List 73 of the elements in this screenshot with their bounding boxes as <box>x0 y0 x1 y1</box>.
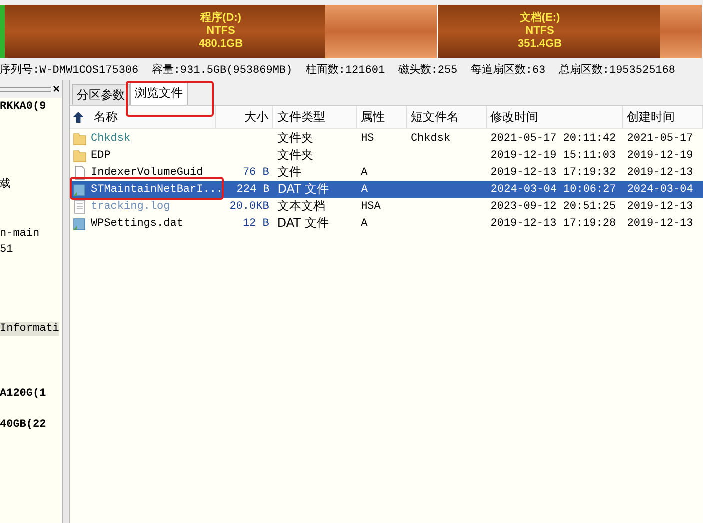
file-row[interactable]: IndexerVolumeGuid 76 B 文件 A 2019-12-13 17:19:32 2019-12-13 <box>70 164 703 181</box>
modified-time: 2019-12-19 15:11:03 <box>490 150 616 162</box>
file-size: 76 B <box>242 166 270 178</box>
file-row[interactable]: EDP 文件夹 2019-12-19 15:11:03 2019-12-19 <box>70 147 703 164</box>
file-name: WPSettings.dat <box>91 218 184 230</box>
modified-time: 2019-12-13 17:19:32 <box>490 166 616 178</box>
file-name: EDP <box>91 150 111 162</box>
tree-item[interactable]: RKKA0(9 <box>0 100 46 114</box>
file-name: STMaintainNetBarI... <box>91 184 224 196</box>
partition-label: 程序(D:) <box>200 12 242 25</box>
file-attributes: HS <box>361 132 374 144</box>
modified-time: 2024-03-04 10:06:27 <box>490 184 616 196</box>
tree-item[interactable]: Informati <box>0 322 60 336</box>
short-file-name: Chkdsk <box>410 132 451 144</box>
file-attributes: A <box>361 184 368 196</box>
file-row[interactable]: tracking.log 20.0KB 文本文档 HSA 2023-09-12 20:51:25 2019-12-13 <box>70 198 703 215</box>
tree-item[interactable]: 51 <box>0 243 14 257</box>
panel-grip-icon <box>0 86 51 92</box>
file-size: 12 B <box>242 218 270 230</box>
file-type: DAT 文件 <box>277 215 329 232</box>
up-arrow-icon[interactable] <box>73 112 84 122</box>
created-time: 2024-03-04 <box>627 184 694 196</box>
document-icon <box>73 216 87 230</box>
partition-size: 480.1GB <box>198 38 244 51</box>
created-time: 2019-12-13 <box>627 218 694 230</box>
created-time: 2021-05-17 <box>627 132 694 144</box>
modified-time: 2019-12-13 17:19:28 <box>490 218 616 230</box>
modified-time: 2023-09-12 20:51:25 <box>490 200 616 212</box>
file-type: 文本文档 <box>277 198 326 215</box>
tree-item[interactable]: 载 <box>0 178 11 192</box>
disk-info: 序列号:W-DMW1COS175306 容量:931.5GB(953869MB) 柱面数:121601 磁头数:255 每道扇区数:63 总扇区数:1953525168 <box>0 62 676 76</box>
file-size: 20.0KB <box>230 200 270 212</box>
file-row[interactable]: WPSettings.dat 12 B DAT 文件 A 2019-12-13 17:19:28 2019-12-13 <box>70 215 703 232</box>
tree-item[interactable]: 40GB(22 <box>0 418 46 432</box>
file-size: 224 B <box>236 184 270 196</box>
document-icon <box>73 182 87 196</box>
file-row[interactable]: STMaintainNetBarI... 224 B DAT 文件 A 2024-03-04 10:06:27 2024-03-04 <box>70 181 703 198</box>
file-attributes: A <box>361 218 368 230</box>
text-file-icon <box>73 200 87 214</box>
column-header[interactable]: 属性 <box>361 108 386 126</box>
tab[interactable]: 分区参数 <box>72 84 130 105</box>
created-time: 2019-12-19 <box>627 150 694 162</box>
tab[interactable]: 浏览文件 <box>130 81 188 105</box>
column-header[interactable]: 短文件名 <box>410 108 459 126</box>
created-time: 2019-12-13 <box>627 200 694 212</box>
partition-filesystem: NTFS <box>206 25 236 38</box>
file-name: tracking.log <box>91 200 170 212</box>
file-attributes: HSA <box>361 200 381 212</box>
file-attributes: A <box>361 166 368 178</box>
partition-size: 351.4GB <box>518 38 562 51</box>
column-header[interactable]: 大小 <box>244 108 268 126</box>
column-header[interactable]: 名称 <box>94 108 118 126</box>
partition-label: 文档(E:) <box>520 12 560 25</box>
column-header[interactable]: 文件类型 <box>277 108 326 126</box>
partition-bar[interactable]: 文档(E:) NTFS 351.4GB <box>438 5 703 58</box>
file-name: IndexerVolumeGuid <box>91 166 204 178</box>
created-time: 2019-12-13 <box>627 166 694 178</box>
close-button[interactable]: × <box>50 82 62 96</box>
folder-icon <box>73 148 87 162</box>
file-type: 文件夹 <box>277 147 314 164</box>
file-type: 文件夹 <box>277 130 314 147</box>
file-type: DAT 文件 <box>278 181 330 198</box>
column-header[interactable]: 修改时间 <box>490 108 539 126</box>
folder-icon <box>73 132 87 146</box>
partition-bar[interactable]: 程序(D:) NTFS 480.1GB <box>5 5 438 58</box>
tree-item[interactable]: A120G(1 <box>0 387 46 401</box>
modified-time: 2021-05-17 20:11:42 <box>490 132 616 144</box>
tree-item[interactable]: n-main <box>0 227 40 241</box>
file-row[interactable]: Chkdsk 文件夹 HS Chkdsk 2021-05-17 20:11:42 2021-05-17 <box>70 130 703 147</box>
column-header[interactable]: 创建时间 <box>627 108 676 126</box>
file-name: Chkdsk <box>91 132 131 144</box>
file-type: 文件 <box>277 164 302 181</box>
partition-filesystem: NTFS <box>526 25 554 38</box>
